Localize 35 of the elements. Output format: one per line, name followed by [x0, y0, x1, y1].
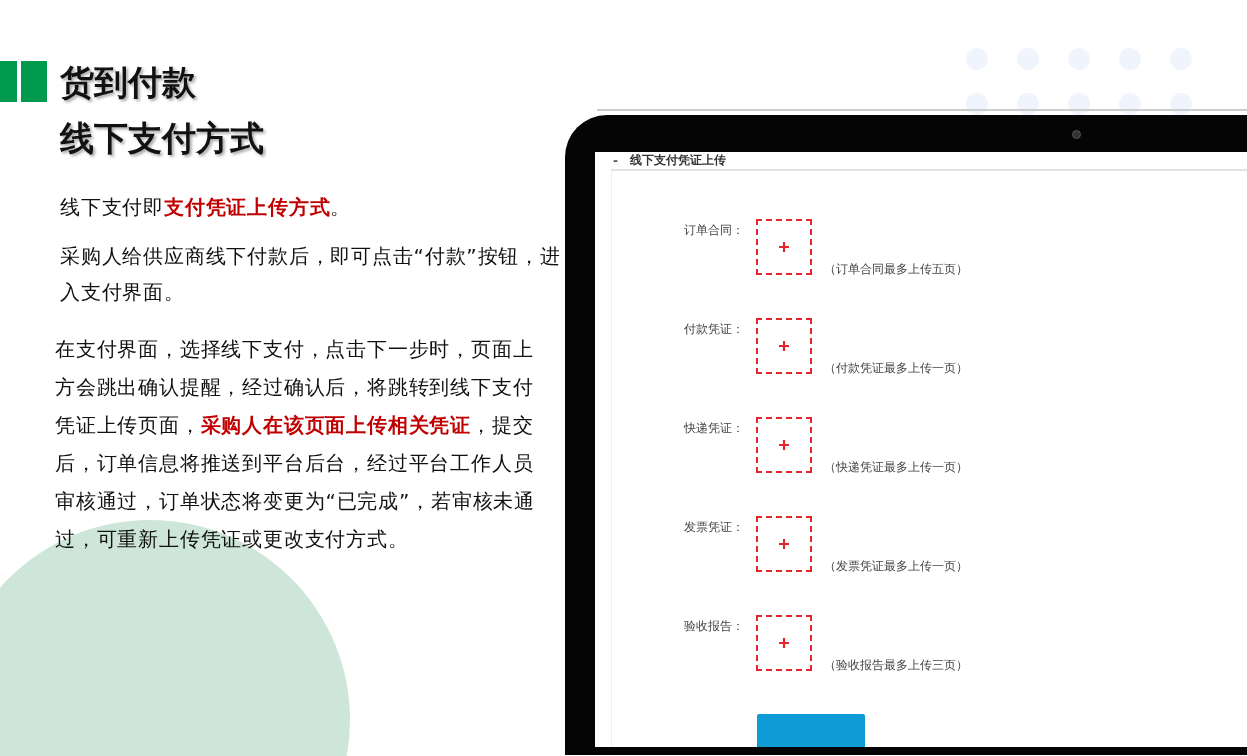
body-paragraph: 在支付界面，选择线下支付，点击下一步时，页面上方会跳出确认提醒，经过确认后，将跳转到线下支付凭证上传页面，采购人在该页面上传相关凭证，提交后，订单信息将推送到平台后台，经过平台工作人员审核通过，订单状态将变更为“已完成”，若审核未通过，可重新上传凭证或更改支付方式。	[55, 336, 536, 553]
decorative-dot	[966, 93, 988, 115]
body-paragraph: 线下支付即支付凭证上传方式。	[60, 194, 353, 221]
upload-box[interactable]	[756, 219, 812, 275]
plus-icon	[779, 638, 789, 648]
body-paragraph: 采购人给供应商线下付款后，即可点击“付款”按钮，进入支付界面。	[60, 243, 562, 306]
decorative-dot	[1017, 93, 1039, 115]
upload-hint: （快递凭证最多上传一页）	[824, 460, 968, 475]
field-label: 验收报告：	[683, 618, 745, 635]
upload-box[interactable]	[756, 318, 812, 374]
plus-icon	[779, 539, 789, 549]
field-label: 订单合同：	[683, 222, 745, 239]
upload-box[interactable]	[756, 417, 812, 473]
upload-box[interactable]	[756, 615, 812, 671]
upload-hint: （订单合同最多上传五页）	[824, 262, 968, 277]
accent-bar	[0, 61, 17, 102]
accent-bar	[21, 61, 47, 102]
decorative-dot	[1170, 93, 1192, 115]
upload-hint: （发票凭证最多上传一页）	[824, 559, 968, 574]
slide-title: 线下支付方式	[60, 117, 264, 159]
field-label: 发票凭证：	[683, 519, 745, 536]
field-label: 快递凭证：	[683, 420, 745, 437]
plus-icon	[779, 440, 789, 450]
plus-icon	[779, 242, 789, 252]
slide-title: 货到付款	[60, 61, 197, 103]
decorative-dot	[1068, 93, 1090, 115]
collapse-toggle[interactable]: -	[613, 153, 618, 168]
section-title: 线下支付凭证上传	[630, 152, 726, 169]
field-label: 付款凭证：	[683, 321, 745, 338]
upload-hint: （付款凭证最多上传一页）	[824, 361, 968, 376]
upload-box[interactable]	[756, 516, 812, 572]
camera-icon	[1072, 130, 1081, 139]
plus-icon	[779, 341, 789, 351]
decorative-dot	[1119, 93, 1141, 115]
upload-hint: （验收报告最多上传三页）	[824, 658, 968, 673]
